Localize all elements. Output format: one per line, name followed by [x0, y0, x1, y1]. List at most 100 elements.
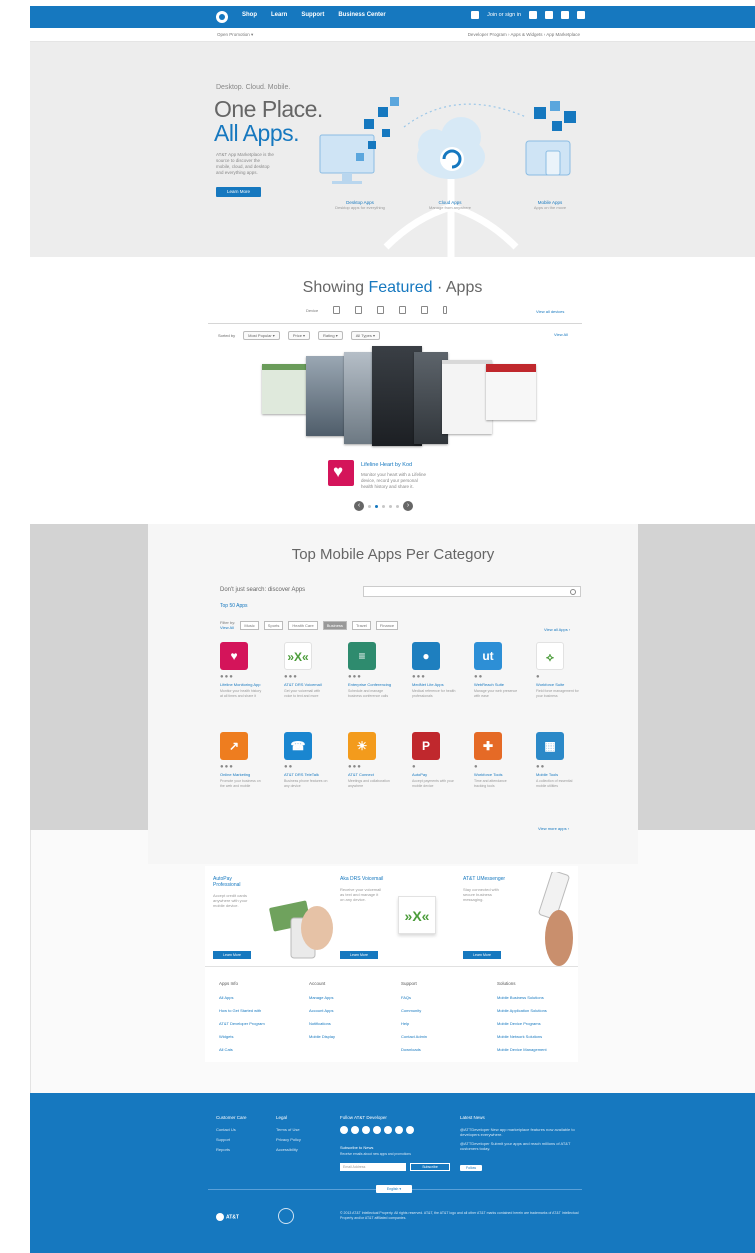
app-icon[interactable]: ☎ [284, 732, 312, 760]
app-icon[interactable]: »X« [284, 642, 312, 670]
footer-link[interactable]: All Apps [219, 995, 265, 1000]
footer-link[interactable]: Mobile Network Solutions [497, 1034, 547, 1039]
app-card[interactable]: ↗ ●●● Online Marketing Promote your busi… [220, 732, 272, 788]
filter-business[interactable]: Business [322, 620, 347, 630]
cloud-icon[interactable] [421, 306, 429, 314]
cart-icon[interactable] [561, 11, 569, 19]
bell-icon[interactable] [545, 11, 553, 19]
filter-health-care[interactable]: Health Care [288, 620, 318, 630]
desktop-icon[interactable] [333, 306, 341, 314]
follow-button[interactable]: Follow [460, 1165, 482, 1171]
grid-icon[interactable] [529, 11, 537, 19]
view-all-apps-link[interactable]: View all Apps › [544, 627, 570, 632]
app-name[interactable]: Enterprise Conferencing [348, 682, 400, 687]
app-name[interactable]: Online Marketing [220, 772, 272, 777]
app-card[interactable]: ≡ ●●● Enterprise Conferencing Schedule a… [348, 642, 400, 698]
app-name[interactable]: Workforce Tools [474, 772, 526, 777]
footer-link[interactable]: Manage Apps [309, 995, 335, 1000]
next-arrow-icon[interactable]: › [403, 501, 413, 511]
att-brand-logo[interactable]: AT&T [216, 1213, 239, 1221]
promo-learn-more-button[interactable]: Learn More [340, 951, 378, 959]
nav-learn[interactable]: Learn [271, 12, 287, 18]
app-icon[interactable]: ▦ [536, 732, 564, 760]
footer-link[interactable]: Privacy Policy [276, 1137, 301, 1142]
footer-link[interactable]: Mobile Business Solutions [497, 995, 547, 1000]
footer-link[interactable]: Downloads [401, 1047, 427, 1052]
breadcrumb[interactable]: Developer Program › Apps & Widgets › App… [468, 32, 580, 37]
email-field[interactable]: Email Address [340, 1163, 406, 1171]
top-50-link[interactable]: Top 50 Apps [220, 603, 248, 609]
heart-icon[interactable] [328, 460, 354, 486]
app-card[interactable]: ♥ ●●● Lifeline Monitoring App Monitor yo… [220, 642, 272, 698]
carousel-slide[interactable] [486, 364, 536, 420]
featured-item-name[interactable]: Lifeline Heart by Kod [361, 462, 412, 468]
footer-link[interactable]: Account Apps [309, 1008, 335, 1013]
subscribe-button[interactable]: Subscribe [410, 1163, 450, 1171]
promo-title[interactable]: Aka DRS Voicemail [340, 876, 385, 882]
facebook-icon[interactable] [340, 1126, 348, 1134]
app-card[interactable]: ⟡ ● Workforce Suite Field force manageme… [536, 642, 588, 698]
footer-link[interactable]: Reports [216, 1147, 247, 1152]
app-name[interactable]: AT&T DRS Voicemail [284, 682, 336, 687]
printer-icon[interactable] [399, 306, 407, 314]
app-icon[interactable]: ✚ [474, 732, 502, 760]
featured-carousel[interactable] [254, 346, 549, 462]
app-icon[interactable]: ♥ [220, 642, 248, 670]
carousel-slide[interactable] [442, 360, 492, 434]
app-name[interactable]: MedNet Lite Apps [412, 682, 464, 687]
footer-link[interactable]: Widgets [219, 1034, 265, 1039]
footer-link[interactable]: Community [401, 1008, 427, 1013]
linkedin-icon[interactable] [373, 1126, 381, 1134]
app-icon[interactable]: ↗ [220, 732, 248, 760]
footer-link[interactable]: Accessibility [276, 1147, 301, 1152]
footer-link[interactable]: How to Get Started with [219, 1008, 265, 1013]
caption-desktop[interactable]: Desktop Apps Desktop apps for everything [330, 200, 390, 210]
hero-learn-more-button[interactable]: Learn More [216, 187, 261, 197]
app-card[interactable]: P ● AutoPay Accept payments with your mo… [412, 732, 464, 788]
app-card[interactable]: ut ●● WebReach Suite Manage your web pre… [474, 642, 526, 698]
pager-dot-active[interactable] [375, 504, 378, 508]
app-name[interactable]: AutoPay [412, 772, 464, 777]
rating-dropdown[interactable]: Rating ▾ [318, 331, 343, 340]
pager-dot[interactable] [368, 504, 371, 508]
app-card[interactable]: ☀ ●●● AT&T Connect Meetings and collabor… [348, 732, 400, 788]
filter-travel[interactable]: Travel [351, 620, 371, 630]
search-icon[interactable] [577, 11, 585, 19]
sign-in-link[interactable]: Join or sign in [487, 12, 521, 18]
types-dropdown[interactable]: All Types ▾ [350, 331, 381, 340]
news-item[interactable]: @ATTDeveloper Submit your apps and reach… [460, 1141, 580, 1151]
pager-dot[interactable] [389, 504, 392, 508]
footer-link[interactable]: Mobile Display [309, 1034, 335, 1039]
phone-icon[interactable] [377, 306, 385, 314]
user-icon[interactable] [471, 11, 480, 19]
twitter-icon[interactable] [351, 1126, 359, 1134]
promo-learn-more-button[interactable]: Learn More [213, 951, 251, 959]
footer-link[interactable]: Contact Admin [401, 1034, 427, 1039]
caption-cloud[interactable]: Cloud Apps Manage from anywhere [420, 200, 480, 210]
app-name[interactable]: Workforce Suite [536, 682, 588, 687]
promotion-dropdown[interactable]: Open Promotion ▾ [217, 32, 253, 38]
news-item[interactable]: @ATTDeveloper New app marketplace featur… [460, 1127, 580, 1137]
nav-support[interactable]: Support [301, 12, 324, 18]
prev-arrow-icon[interactable]: ‹ [354, 501, 364, 511]
app-card[interactable]: ☎ ●● AT&T DRS TeleTalk Business phone fe… [284, 732, 336, 788]
language-select[interactable]: English ▾ [376, 1185, 412, 1193]
tablet-icon[interactable] [355, 306, 363, 314]
rss-icon[interactable] [395, 1126, 403, 1134]
footer-link[interactable]: Mobile Device Management [497, 1047, 547, 1052]
app-icon[interactable]: P [412, 732, 440, 760]
footer-link[interactable]: Notifications [309, 1021, 335, 1026]
app-name[interactable]: Lifeline Monitoring App [220, 682, 272, 687]
view-all-devices-link[interactable]: View all devices [536, 309, 564, 314]
youtube-icon[interactable] [362, 1126, 370, 1134]
pager-dot[interactable] [382, 504, 385, 508]
nav-shop[interactable]: Shop [242, 12, 257, 18]
footer-link[interactable]: Help [401, 1021, 427, 1026]
app-icon[interactable]: ⟡ [536, 642, 564, 670]
search-input[interactable] [363, 586, 581, 597]
app-card[interactable]: ● ●●● MedNet Lite Apps Medical reference… [412, 642, 464, 698]
footer-link[interactable]: Terms of Use [276, 1127, 301, 1132]
bottle-icon[interactable] [443, 306, 448, 314]
google-plus-icon[interactable] [384, 1126, 392, 1134]
app-icon[interactable]: ☀ [348, 732, 376, 760]
